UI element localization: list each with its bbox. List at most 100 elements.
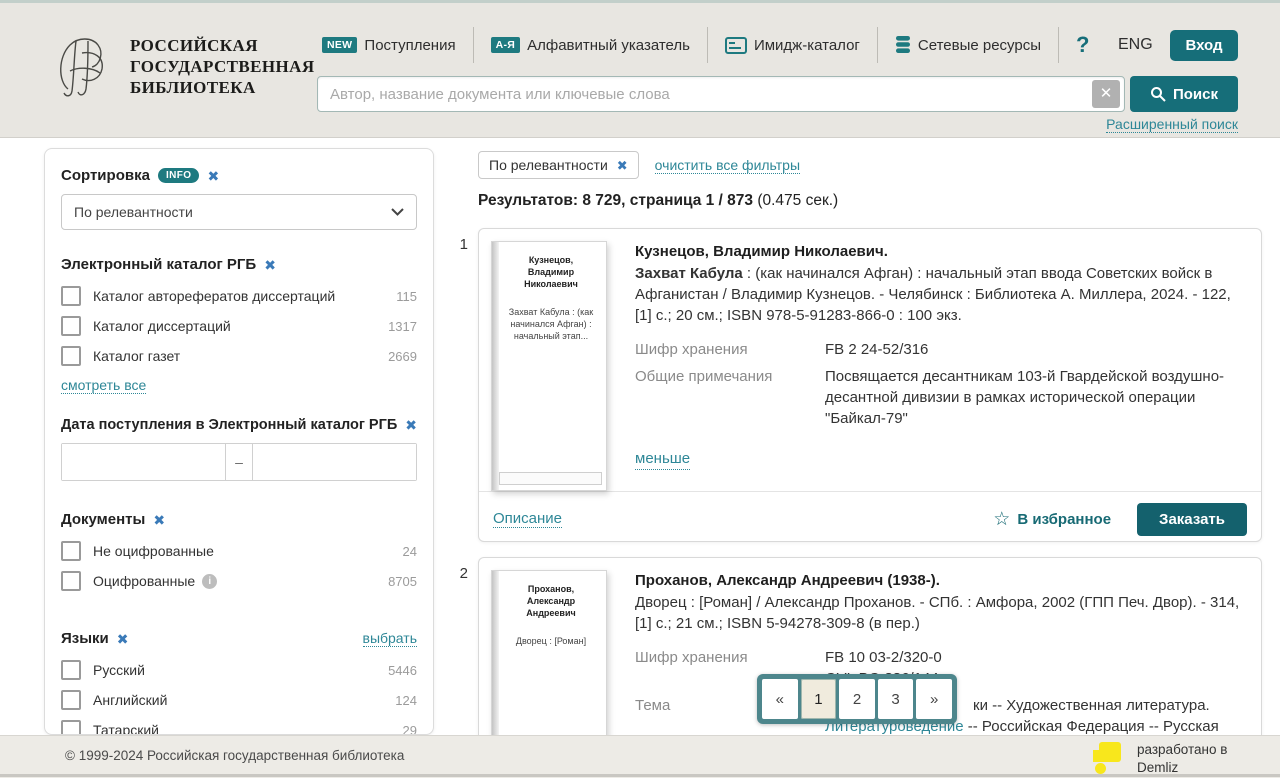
divider bbox=[877, 27, 878, 63]
chip-label: По релевантности bbox=[489, 157, 608, 173]
nav-alphabet-index[interactable]: А-Я Алфавитный указатель bbox=[491, 37, 690, 54]
help-icon[interactable]: ? bbox=[1076, 32, 1089, 58]
filter-option-label: Каталог диссертаций bbox=[93, 318, 388, 334]
remove-filter-icon[interactable]: ✖ bbox=[405, 418, 417, 432]
results-count: Результатов: 8 729, страница 1 / 873 bbox=[478, 192, 753, 209]
result-index: 2 bbox=[446, 565, 468, 582]
date-from-input[interactable] bbox=[62, 444, 225, 480]
checkbox[interactable] bbox=[61, 690, 81, 710]
section-title: Документы bbox=[61, 511, 145, 528]
filter-option[interactable]: Каталог диссертаций 1317 bbox=[61, 311, 417, 341]
result-title: Захват Кабула bbox=[635, 265, 743, 282]
filter-option-count: 29 bbox=[403, 723, 417, 736]
filter-section-catalog: Электронный каталог РГБ ✖ Каталог авторе… bbox=[61, 256, 417, 395]
see-all-link[interactable]: смотреть все bbox=[61, 377, 146, 394]
filter-section-date: Дата поступления в Электронный каталог Р… bbox=[61, 417, 417, 481]
section-title: Электронный каталог РГБ bbox=[61, 256, 256, 273]
show-less-link[interactable]: меньше bbox=[635, 448, 690, 470]
nav-new-arrivals[interactable]: NEW Поступления bbox=[322, 37, 456, 54]
nav-label: Алфавитный указатель bbox=[527, 37, 690, 54]
remove-filter-icon[interactable]: ✖ bbox=[153, 513, 165, 527]
pagination-prev-button[interactable]: « bbox=[762, 679, 798, 719]
favorites-label: В избранное bbox=[1017, 511, 1111, 528]
active-filter-chip[interactable]: По релевантности ✖ bbox=[478, 151, 639, 179]
database-icon bbox=[895, 35, 911, 55]
checkbox[interactable] bbox=[61, 720, 81, 735]
filter-option-count: 124 bbox=[395, 693, 417, 708]
divider bbox=[473, 27, 474, 63]
clear-search-icon[interactable]: ✕ bbox=[1092, 80, 1120, 108]
pagination-next-button[interactable]: » bbox=[916, 679, 952, 719]
filter-option[interactable]: Не оцифрованные 24 bbox=[61, 536, 417, 566]
filters-sidebar: Сортировка INFO ✖ По релевантности Элект… bbox=[44, 148, 434, 735]
checkbox[interactable] bbox=[61, 660, 81, 680]
add-to-favorites-button[interactable]: ☆ В избранное bbox=[993, 510, 1111, 529]
star-icon: ☆ bbox=[993, 510, 1010, 529]
remove-sorting-icon[interactable]: ✖ bbox=[207, 169, 219, 183]
alphabet-badge: А-Я bbox=[491, 37, 521, 53]
divider bbox=[707, 27, 708, 63]
filter-option[interactable]: Английский 124 bbox=[61, 685, 417, 715]
filter-option-label: Каталог авторефератов диссертаций bbox=[93, 288, 396, 304]
filter-option-count: 2669 bbox=[388, 349, 417, 364]
filter-option-count: 115 bbox=[396, 289, 417, 304]
topic-rest: -- Российская Федерация -- Русская bbox=[964, 718, 1219, 735]
filter-option-count: 5446 bbox=[388, 663, 417, 678]
filter-option[interactable]: Татарский 29 bbox=[61, 715, 417, 735]
filter-option[interactable]: Каталог газет 2669 bbox=[61, 341, 417, 371]
date-range: – bbox=[61, 443, 417, 481]
login-button[interactable]: Вход bbox=[1170, 30, 1238, 61]
footer: © 1999-2024 Российская государственная б… bbox=[0, 735, 1280, 778]
checkbox[interactable] bbox=[61, 346, 81, 366]
advanced-search-link[interactable]: Расширенный поиск bbox=[1106, 116, 1238, 133]
filter-option[interactable]: Оцифрованные i 8705 bbox=[61, 566, 417, 596]
info-icon[interactable]: i bbox=[202, 574, 217, 589]
field-value: Посвящается десантникам 103-й Гвардейско… bbox=[825, 366, 1237, 429]
result-author: Проханов, Александр Андреевич (1938-). bbox=[635, 570, 1245, 591]
nav-network-resources[interactable]: Сетевые ресурсы bbox=[895, 35, 1041, 55]
filter-option-label: Каталог газет bbox=[93, 348, 388, 364]
section-title: Дата поступления в Электронный каталог Р… bbox=[61, 417, 397, 433]
cover-author: Кузнецов, Владимир Николаевич bbox=[506, 254, 596, 290]
checkbox[interactable] bbox=[61, 286, 81, 306]
filter-option[interactable]: Русский 5446 bbox=[61, 655, 417, 685]
pagination-page-2[interactable]: 2 bbox=[839, 679, 875, 719]
language-switch[interactable]: ENG bbox=[1118, 36, 1153, 54]
date-range-separator: – bbox=[225, 444, 253, 480]
nav-image-catalog[interactable]: Имидж-каталог bbox=[725, 37, 860, 54]
search-button[interactable]: Поиск bbox=[1130, 76, 1238, 112]
checkbox[interactable] bbox=[61, 316, 81, 336]
order-button[interactable]: Заказать bbox=[1137, 503, 1247, 536]
book-cover[interactable]: Кузнецов, Владимир Николаевич Захват Каб… bbox=[491, 241, 607, 491]
developer-credit[interactable]: разработано в Demliz bbox=[1093, 738, 1227, 777]
date-to-input[interactable] bbox=[253, 444, 416, 480]
filter-section-languages: Языки ✖ выбрать Русский 5446 Английский … bbox=[61, 630, 417, 735]
cover-title: Захват Кабула : (как начинался Афган) : … bbox=[506, 306, 596, 342]
search-input[interactable] bbox=[317, 76, 1125, 112]
pagination-page-3[interactable]: 3 bbox=[878, 679, 914, 719]
checkbox[interactable] bbox=[61, 571, 81, 591]
remove-filter-icon[interactable]: ✖ bbox=[117, 632, 129, 646]
remove-filter-icon[interactable]: ✖ bbox=[264, 258, 276, 272]
clear-all-filters-link[interactable]: очистить все фильтры bbox=[655, 157, 800, 174]
results-summary: Результатов: 8 729, страница 1 / 873 (0.… bbox=[478, 192, 838, 210]
search-button-label: Поиск bbox=[1173, 86, 1218, 103]
filter-option-count: 1317 bbox=[388, 319, 417, 334]
shelf-code-line1: FB 10 03-2/320-0 bbox=[825, 647, 1237, 668]
info-badge[interactable]: INFO bbox=[158, 168, 200, 183]
rgb-monogram-logo[interactable] bbox=[48, 27, 118, 103]
filter-option[interactable]: Каталог авторефератов диссертаций 115 bbox=[61, 281, 417, 311]
description-link[interactable]: Описание bbox=[493, 510, 562, 528]
nav-label: Поступления bbox=[364, 37, 455, 54]
result-index: 1 bbox=[446, 236, 468, 253]
checkbox[interactable] bbox=[61, 541, 81, 561]
filter-option-label: Не оцифрованные bbox=[93, 543, 403, 559]
remove-chip-icon[interactable]: ✖ bbox=[617, 159, 628, 172]
result-card: Кузнецов, Владимир Николаевич Захват Каб… bbox=[478, 228, 1262, 542]
pagination-page-1[interactable]: 1 bbox=[801, 679, 837, 719]
choose-languages-link[interactable]: выбрать bbox=[363, 630, 418, 647]
sort-select[interactable]: По релевантности bbox=[61, 194, 417, 230]
filter-option-label: Английский bbox=[93, 692, 395, 708]
field-label: Общие примечания bbox=[635, 366, 825, 429]
filter-option-label: Оцифрованные i bbox=[93, 573, 388, 589]
